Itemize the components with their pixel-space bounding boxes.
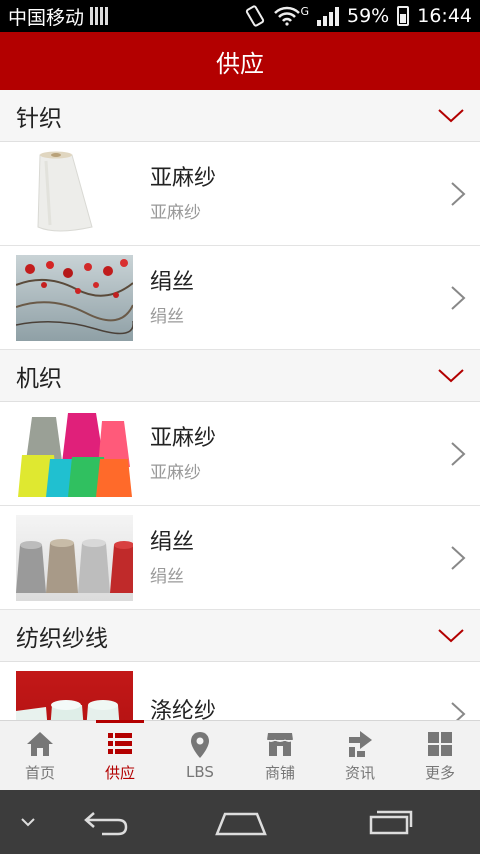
chevron-right-icon: [451, 701, 466, 720]
tab-more[interactable]: 更多: [400, 721, 480, 790]
item-texts: 绢丝 绢丝: [133, 268, 450, 327]
item-name: 亚麻纱: [150, 166, 217, 191]
recents-icon: [369, 810, 413, 835]
item-name: 亚麻纱: [150, 426, 217, 451]
item-subtitle: 绢丝: [150, 567, 184, 587]
item-name: 涤纶纱: [150, 698, 217, 721]
linen-yarn-thumbnail: [16, 150, 133, 237]
section-title: 纺织纱线: [16, 625, 108, 652]
nav-back-button[interactable]: [56, 790, 156, 854]
system-nav-bar: [0, 790, 480, 854]
section-header-woven[interactable]: 机织: [0, 350, 480, 402]
list-item[interactable]: 涤纶纱: [0, 662, 480, 720]
tab-stores[interactable]: 商铺: [240, 721, 320, 790]
item-subtitle: 亚麻纱: [150, 203, 201, 223]
chevron-right-icon: [451, 181, 466, 206]
home-outline-icon: [215, 812, 267, 836]
sim-activity-icon: [90, 7, 109, 25]
yarn-spools-thumbnail: [16, 514, 133, 601]
list-item[interactable]: 绢丝 绢丝: [0, 246, 480, 350]
tab-news[interactable]: 资讯: [320, 721, 400, 790]
tab-label: 首页: [24, 763, 55, 782]
carrier-name: 中国移动: [8, 6, 85, 29]
colored-yarn-thumbnail: [16, 410, 133, 497]
item-texts: 绢丝 绢丝: [133, 528, 450, 587]
list-item[interactable]: 亚麻纱 亚麻纱: [0, 142, 480, 246]
location-pin-icon: [191, 732, 209, 758]
tab-supply[interactable]: 供应: [80, 720, 160, 790]
nav-home-button[interactable]: [156, 790, 326, 854]
item-subtitle: 亚麻纱: [150, 463, 201, 483]
wifi-icon: [274, 6, 301, 26]
news-icon: [349, 730, 372, 757]
back-arrow-icon: [84, 812, 128, 836]
network-type: G: [300, 4, 309, 18]
title-bar: 供应: [0, 32, 480, 90]
section-header-textile-yarn[interactable]: 纺织纱线: [0, 610, 480, 662]
nav-recents-button[interactable]: [326, 790, 456, 854]
list-item[interactable]: 亚麻纱 亚麻纱: [0, 402, 480, 506]
item-texts: 亚麻纱 亚麻纱: [133, 164, 450, 223]
nav-collapse-button[interactable]: [0, 790, 56, 854]
battery-icon: [397, 6, 410, 26]
tab-label: 供应: [104, 763, 135, 782]
tab-label: 资讯: [344, 763, 375, 782]
tab-label: LBS: [186, 763, 214, 781]
carrier-group: 中国移动: [8, 3, 244, 30]
chevron-right-icon: [451, 441, 466, 466]
clock: 16:44: [417, 5, 472, 27]
item-texts: 涤纶纱: [133, 697, 450, 721]
status-bar: 中国移动 G 59% 16:44: [0, 0, 480, 32]
tab-home[interactable]: 首页: [0, 721, 80, 790]
chevron-down-icon: [438, 628, 464, 642]
list-icon: [108, 732, 132, 754]
chevron-down-icon: [438, 108, 464, 122]
chevron-down-icon: [21, 818, 35, 827]
vibrate-icon: [246, 5, 265, 27]
item-name: 绢丝: [150, 270, 195, 295]
bottom-tab-bar: 首页 供应 LBS 商铺 资讯 更多: [0, 720, 480, 790]
tab-lbs[interactable]: LBS: [160, 721, 240, 790]
store-icon: [266, 732, 294, 756]
silk-yarn-thumbnail: [16, 254, 133, 341]
chevron-right-icon: [451, 545, 466, 570]
tab-label: 更多: [424, 763, 455, 782]
battery-percent: 59%: [347, 5, 390, 27]
chevron-right-icon: [451, 285, 466, 310]
item-texts: 亚麻纱 亚麻纱: [133, 424, 450, 483]
section-header-knit[interactable]: 针织: [0, 90, 480, 142]
polyester-yarn-thumbnail: [16, 670, 133, 720]
chevron-down-icon: [438, 368, 464, 382]
tab-label: 商铺: [264, 763, 295, 782]
supply-list[interactable]: 针织 亚麻纱 亚麻纱 绢丝 绢丝 机织 亚麻纱 亚麻纱 绢丝 绢丝 纺织纱线 涤…: [0, 90, 480, 720]
status-right: G 59% 16:44: [244, 5, 472, 27]
section-title: 机织: [16, 365, 62, 392]
item-name: 绢丝: [150, 530, 195, 555]
item-subtitle: 绢丝: [150, 307, 184, 327]
home-icon: [27, 731, 53, 756]
list-item[interactable]: 绢丝 绢丝: [0, 506, 480, 610]
page-title: 供应: [216, 49, 264, 78]
section-title: 针织: [16, 105, 62, 132]
signal-icon: [317, 6, 339, 26]
grid-icon: [428, 731, 452, 756]
